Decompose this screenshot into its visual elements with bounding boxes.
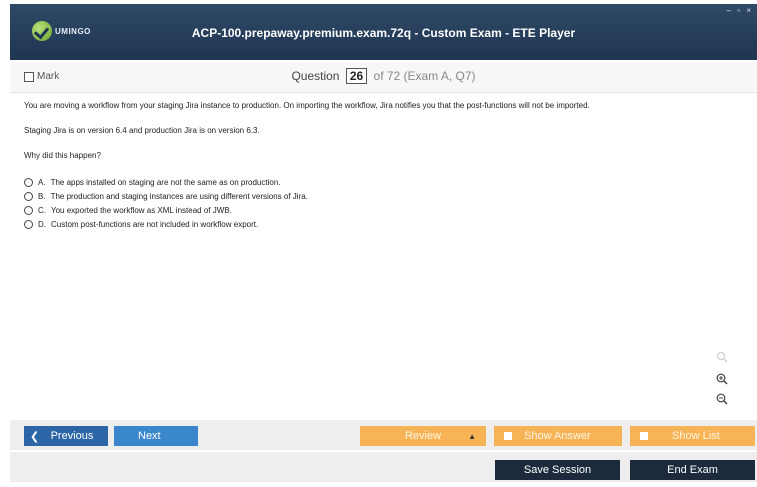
show-list-label: Show List <box>672 430 720 442</box>
question-prompt: Why did this happen? <box>24 151 101 160</box>
answer-option-b[interactable]: B. The production and staging instances … <box>24 189 744 203</box>
zoom-out-icon[interactable] <box>716 392 728 405</box>
end-exam-button[interactable]: End Exam <box>630 460 755 480</box>
next-button[interactable]: Next <box>114 426 198 446</box>
radio-icon[interactable] <box>24 219 33 229</box>
option-text: Custom post-functions are not included i… <box>51 219 259 229</box>
show-answer-label: Show Answer <box>524 430 591 442</box>
question-counter: Question 26 of 72 (Exam A, Q7) <box>10 68 757 84</box>
window-controls[interactable]: – ▫ × <box>727 6 753 15</box>
option-text: The apps installed on staging are not th… <box>50 177 281 187</box>
option-text: The production and staging instances are… <box>50 191 308 201</box>
question-label: Question <box>291 69 340 83</box>
review-label: Review <box>404 430 442 442</box>
chevron-left-icon: ❮ <box>30 430 40 443</box>
question-paragraph: Staging Jira is on version 6.4 and produ… <box>24 126 260 135</box>
title-bar: UMINGO ACP-100.prepaway.premium.exam.72q… <box>10 4 757 60</box>
option-text: You exported the workflow as XML instead… <box>51 205 232 215</box>
checkbox-icon[interactable] <box>640 432 648 440</box>
radio-icon[interactable] <box>24 205 33 215</box>
answer-option-c[interactable]: C. You exported the workflow as XML inst… <box>24 203 744 217</box>
option-letter: B. <box>38 191 46 201</box>
question-of-text: of 72 (Exam A, Q7) <box>373 69 476 83</box>
question-header: Mark Question 26 of 72 (Exam A, Q7) <box>10 62 757 93</box>
navigation-bar: ❮ Previous Next Review ▲ Show Answer Sho… <box>10 420 757 450</box>
answer-option-d[interactable]: D. Custom post-functions are not include… <box>24 217 744 231</box>
option-letter: C. <box>38 205 46 215</box>
exam-player-window: UMINGO ACP-100.prepaway.premium.exam.72q… <box>0 0 757 487</box>
caret-up-icon: ▲ <box>468 431 476 441</box>
option-letter: D. <box>38 219 46 229</box>
search-icon[interactable] <box>716 350 728 363</box>
option-letter: A. <box>38 177 46 187</box>
previous-label: Previous <box>50 430 94 442</box>
window-title: ACP-100.prepaway.premium.exam.72q - Cust… <box>191 26 576 40</box>
save-session-button[interactable]: Save Session <box>495 460 620 480</box>
answer-option-a[interactable]: A. The apps installed on staging are not… <box>24 175 744 189</box>
question-paragraph: You are moving a workflow from your stag… <box>24 101 590 110</box>
show-list-toggle[interactable]: Show List <box>630 426 755 446</box>
review-button[interactable]: Review ▲ <box>360 426 486 446</box>
show-answer-toggle[interactable]: Show Answer <box>494 426 622 446</box>
next-label: Next <box>138 430 161 442</box>
radio-icon[interactable] <box>24 177 33 187</box>
zoom-in-icon[interactable] <box>716 372 728 385</box>
previous-button[interactable]: ❮ Previous <box>24 426 108 446</box>
question-body: You are moving a workflow from your stag… <box>24 100 744 231</box>
checkbox-icon[interactable] <box>504 432 512 440</box>
action-bar: Save Session End Exam <box>10 452 757 482</box>
radio-icon[interactable] <box>24 191 33 201</box>
question-number[interactable]: 26 <box>345 68 368 84</box>
